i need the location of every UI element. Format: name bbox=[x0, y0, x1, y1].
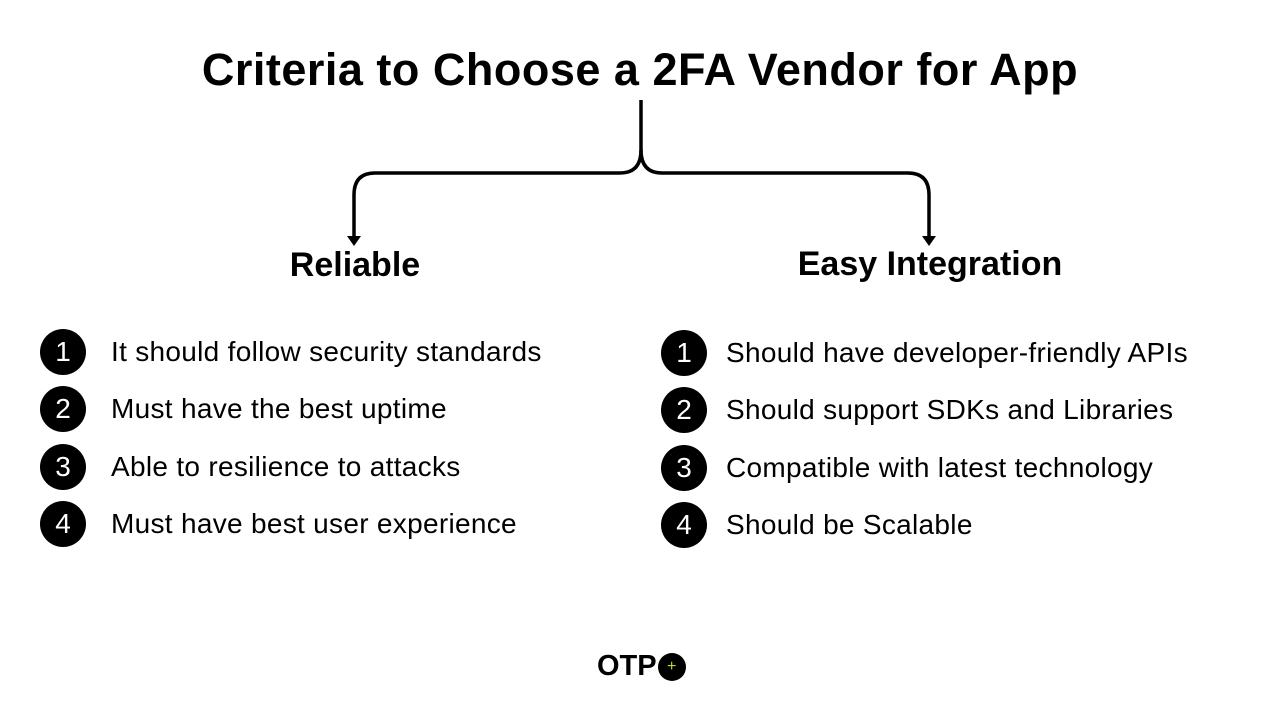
number-badge: 4 bbox=[40, 501, 86, 547]
list-item: 1 Should have developer-friendly APIs bbox=[661, 330, 1188, 376]
list-item: 1 It should follow security standards bbox=[40, 329, 542, 375]
list-item: 2 Should support SDKs and Libraries bbox=[661, 387, 1173, 433]
number-badge: 3 bbox=[661, 445, 707, 491]
number-badge: 2 bbox=[40, 386, 86, 432]
logo-text: OTP bbox=[597, 650, 657, 682]
number-badge: 1 bbox=[40, 329, 86, 375]
heading-easy-integration: Easy Integration bbox=[797, 245, 1063, 283]
list-item: 3 Able to resilience to attacks bbox=[40, 444, 461, 490]
connector-right-branch bbox=[639, 149, 931, 238]
list-item: 2 Must have the best uptime bbox=[40, 386, 447, 432]
arrow-left-icon bbox=[347, 236, 361, 246]
list-item-text: Must have the best uptime bbox=[111, 393, 447, 424]
list-item-text: Compatible with latest technology bbox=[726, 452, 1154, 483]
list-item-text: Able to resilience to attacks bbox=[111, 451, 461, 482]
logo-plus-icon: + bbox=[657, 652, 686, 681]
number-badge: 1 bbox=[661, 330, 707, 376]
otp-logo: OTP + bbox=[597, 650, 686, 683]
list-item-text: It should follow security standards bbox=[111, 336, 542, 367]
list-item: 4 Should be Scalable bbox=[661, 502, 973, 548]
number-badge: 3 bbox=[40, 444, 86, 490]
heading-reliable: Reliable bbox=[289, 246, 421, 284]
number-badge: 4 bbox=[661, 502, 707, 548]
list-item-text: Should have developer-friendly APIs bbox=[726, 337, 1188, 368]
list-item-text: Must have best user experience bbox=[111, 508, 517, 539]
list-item-text: Should be Scalable bbox=[726, 509, 973, 540]
number-badge: 2 bbox=[661, 387, 707, 433]
list-item: 4 Must have best user experience bbox=[40, 501, 517, 547]
list-item: 3 Compatible with latest technology bbox=[661, 445, 1153, 491]
list-item-text: Should support SDKs and Libraries bbox=[726, 394, 1174, 425]
connector-trunk bbox=[352, 100, 643, 238]
